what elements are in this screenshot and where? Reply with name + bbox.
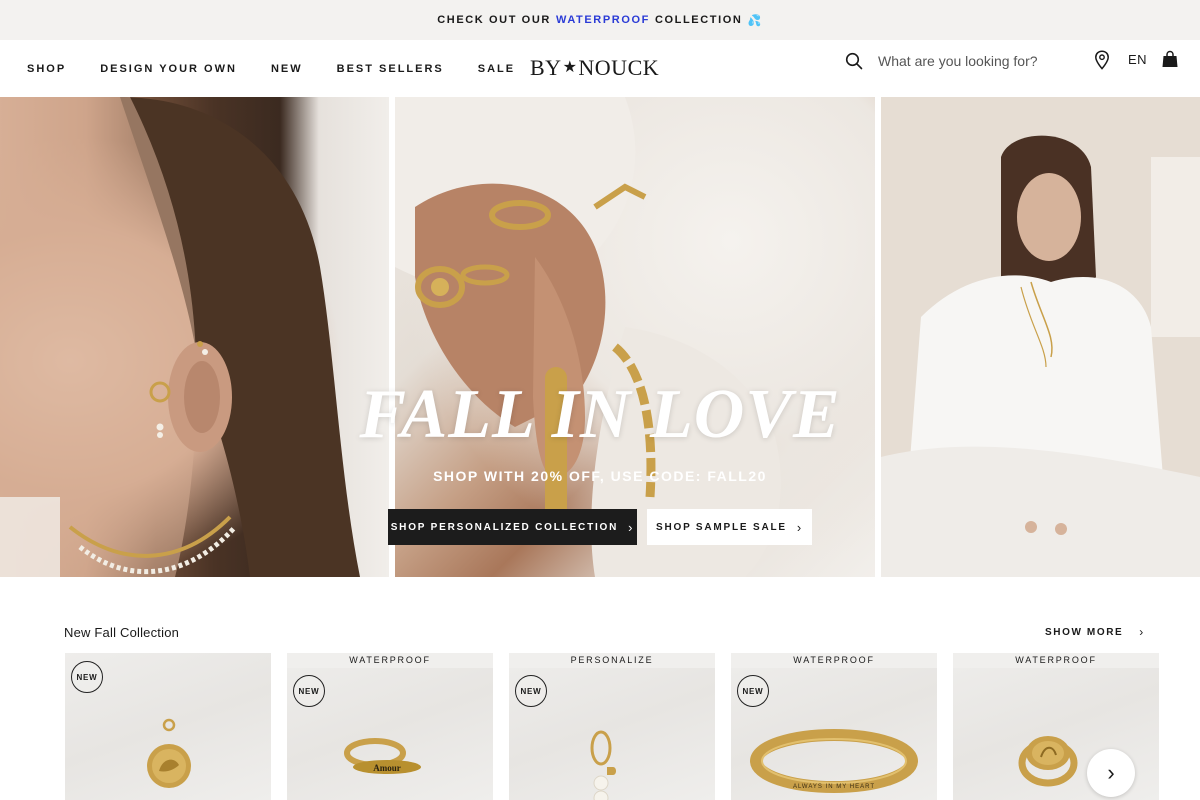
nav-item-best-sellers[interactable]: BEST SELLERS [337, 63, 444, 75]
nav-item-design-your-own[interactable]: DESIGN YOUR OWN [100, 63, 237, 75]
search-icon[interactable] [845, 52, 863, 70]
nav-item-shop[interactable]: SHOP [27, 63, 66, 75]
product-tag: WATERPROOF [287, 653, 493, 668]
logo-text-right: NOUCK [578, 55, 660, 80]
bangle-engraving: ALWAYS IN MY HEART [793, 784, 875, 790]
carousel-next-button[interactable]: › [1087, 749, 1135, 797]
site-header: SHOP DESIGN YOUR OWN NEW BEST SELLERS SA… [0, 40, 1200, 97]
show-more-link[interactable]: SHOW MORE › [1045, 625, 1145, 639]
chevron-right-icon: › [628, 519, 635, 535]
show-more-label: SHOW MORE [1045, 626, 1124, 638]
ring-engraving: Amour [373, 763, 401, 773]
cta-primary-label: SHOP PERSONALIZED COLLECTION [390, 521, 619, 533]
initial-earring-image [590, 730, 616, 800]
hero-image-earrings[interactable] [0, 97, 389, 577]
language-selector[interactable]: EN [1128, 52, 1147, 67]
shop-personalized-collection-button[interactable]: SHOP PERSONALIZED COLLECTION › [388, 509, 637, 545]
hero-subtitle: SHOP WITH 20% OFF, USE CODE: FALL20 [433, 468, 767, 484]
product-card[interactable]: PERSONALIZE NEW [509, 653, 715, 800]
new-badge: NEW [71, 661, 103, 693]
product-tag: WATERPROOF [731, 653, 937, 668]
cta-secondary-label: SHOP SAMPLE SALE [656, 521, 787, 533]
bangle-image: ALWAYS IN MY HEART [750, 729, 918, 793]
earrings-photo-illustration [0, 97, 360, 577]
chevron-right-icon: › [1107, 760, 1115, 785]
logo-text-left: BY [530, 55, 562, 80]
product-card[interactable]: ALWAYS IN MY HEART WATERPROOF NEW [731, 653, 937, 800]
location-pin-icon[interactable] [1094, 50, 1110, 70]
search-input[interactable] [878, 50, 1068, 72]
hero-image-rings[interactable] [395, 97, 875, 577]
new-badge: NEW [737, 675, 769, 707]
shop-sample-sale-button[interactable]: SHOP SAMPLE SALE › [647, 509, 812, 545]
new-badge: NEW [293, 675, 325, 707]
model-photo-illustration [881, 97, 1200, 577]
product-tag: WATERPROOF [953, 653, 1159, 668]
logo-star: ★ [562, 59, 578, 76]
rings-photo-illustration [395, 97, 781, 577]
amour-ring-image: Amour [344, 738, 421, 774]
brand-logo[interactable]: BY ★ NOUCK [530, 48, 659, 88]
product-card[interactable]: Amour WATERPROOF NEW [287, 653, 493, 800]
main-nav: SHOP DESIGN YOUR OWN NEW BEST SELLERS SA… [27, 40, 549, 97]
chevron-right-icon: › [796, 519, 803, 535]
product-tag: PERSONALIZE [509, 653, 715, 668]
droplets-icon: 💦 [747, 14, 763, 27]
announcement-highlight-link[interactable]: WATERPROOF [556, 14, 650, 26]
chevron-right-icon: › [1139, 625, 1145, 639]
announcement-bar[interactable]: CHECK OUT OUR WATERPROOF COLLECTION 💦 [0, 0, 1200, 40]
nav-item-new[interactable]: NEW [271, 63, 303, 75]
hero-title: FALL IN LOVE [359, 376, 841, 453]
announcement-text-after: COLLECTION [654, 14, 743, 26]
shopping-bag-icon[interactable] [1162, 50, 1178, 68]
hero-banner: FALL IN LOVE SHOP WITH 20% OFF, USE CODE… [0, 97, 1200, 577]
product-card[interactable]: NEW [65, 653, 271, 800]
collection-title: New Fall Collection [64, 625, 180, 640]
new-badge: NEW [515, 675, 547, 707]
hero-image-model[interactable] [881, 97, 1200, 577]
announcement-text-before: CHECK OUT OUR [437, 14, 551, 26]
nav-item-sale[interactable]: SALE [478, 63, 515, 75]
